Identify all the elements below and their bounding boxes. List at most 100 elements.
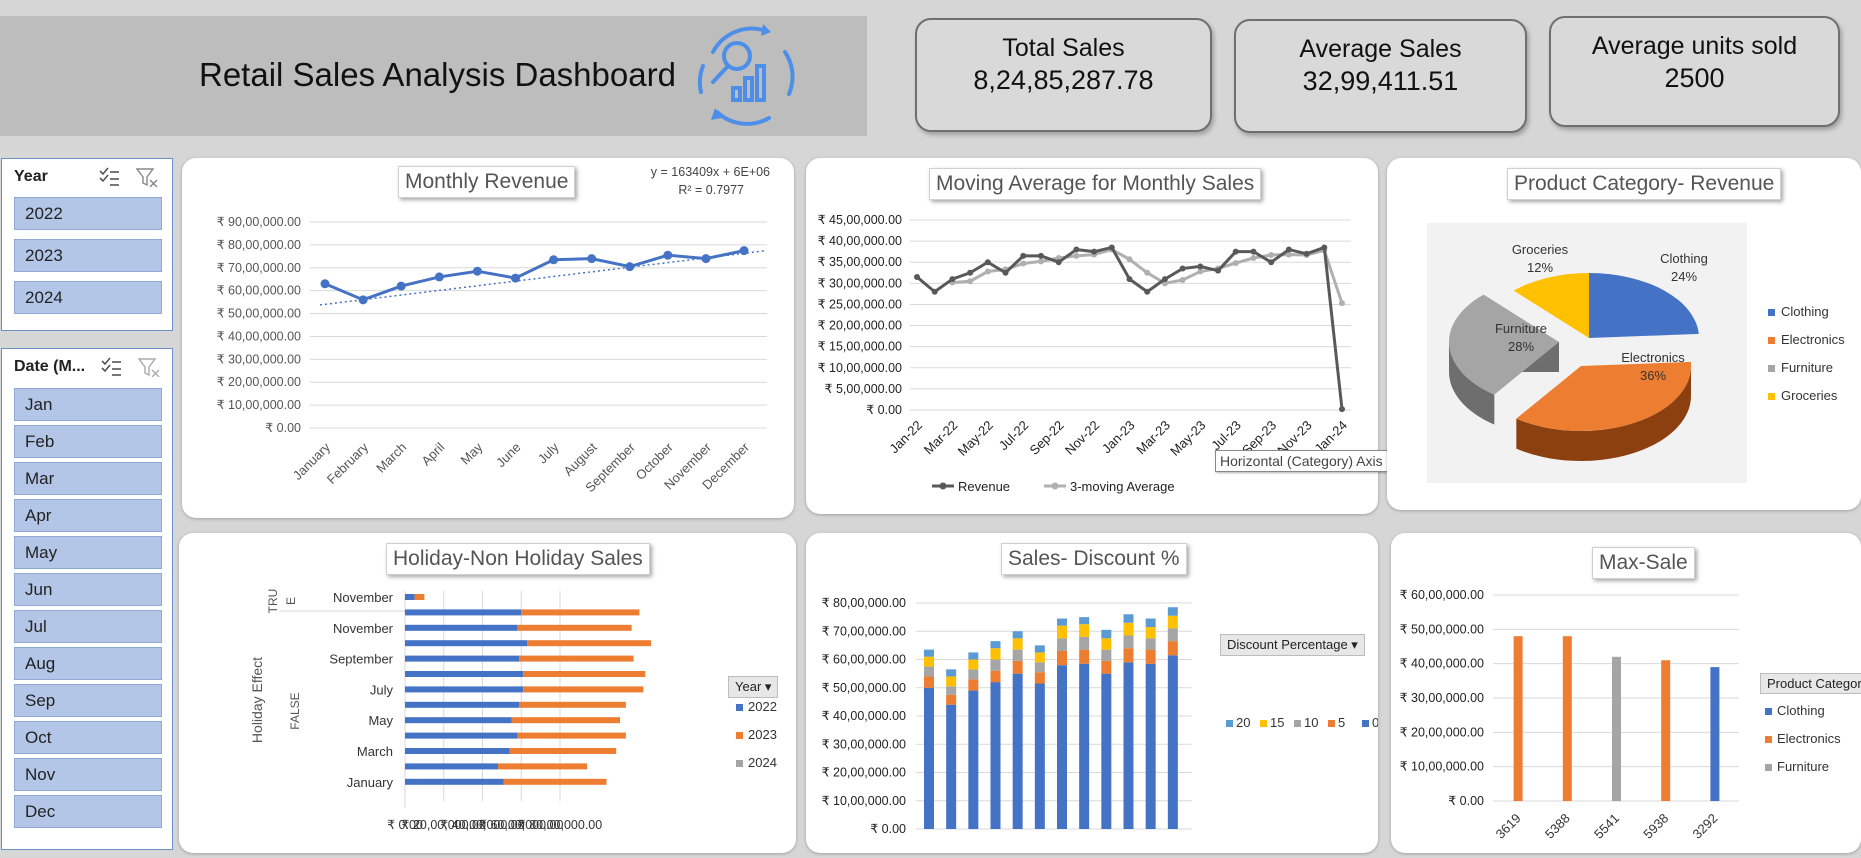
slicer-item-sep[interactable]: Sep [14,684,162,717]
series-point-0 [967,269,974,276]
y-tick-label: ₹ 80,00,000.00 [822,596,906,610]
series-line-1 [952,247,1344,304]
kpi-average-sales: Average Sales 32,99,411.51 [1234,19,1527,133]
bar-segment-5 [990,670,1001,683]
series-point-0 [1303,250,1310,257]
bar-3619 [1513,636,1523,801]
category-pie-chart[interactable]: Clothing 24% Electronics 36% Furniture 28% Gro… [1387,158,1861,510]
legend-label: 3-moving Average [1070,479,1175,494]
bar-segment-0 [924,687,934,829]
legend-label: 20 [1236,715,1250,730]
bar-3292 [1710,667,1720,801]
revenue-point [434,272,444,282]
series-point-1 [967,278,974,285]
series-point-0 [1285,246,1292,253]
revenue-point [549,255,559,265]
bar-segment-5 [1034,672,1045,684]
bar-segment-10 [968,669,979,680]
year-field-button[interactable]: Year ▾ [728,676,779,698]
holiday-sales-chart[interactable]: ₹ 0.00₹ 20,00,000.00₹ 40,00,000.00₹ 60,0… [179,533,796,853]
bar-segment-0 [1057,665,1067,829]
legend-marker [939,482,947,490]
x-tick-label: May-22 [955,418,996,459]
kpi-total-sales: Total Sales 8,24,85,287.78 [915,18,1212,132]
series-point-0 [1108,244,1115,251]
slicer-item-oct[interactable]: Oct [14,721,162,754]
kpi-label: Average units sold [1591,32,1798,60]
slicer-item-2023[interactable]: 2023 [14,239,162,272]
bar-segment-5 [1012,660,1023,674]
discount-field-button[interactable]: Discount Percentage ▾ [1220,634,1365,656]
category-field-button[interactable]: Product Categor [1760,673,1861,694]
bar-segment-0 [1145,663,1156,829]
legend-swatch [1765,764,1772,771]
bar-segment-20 [1123,614,1134,623]
series-point-0 [1321,244,1328,251]
slice-percent: 12% [1527,260,1553,275]
legend-label: Clothing [1777,703,1825,718]
sales-discount-chart[interactable]: ₹ 0.00 ₹ 10,00,000.00 ₹ 20,00,000.00 ₹ 30,0… [806,533,1380,853]
bar-segment-2022 [405,778,504,785]
y-tick-label: ₹ 10,00,000.00 [217,398,301,412]
legend-swatch [1768,337,1775,344]
clear-filter-icon[interactable] [136,167,158,187]
monthly-revenue-chart[interactable]: ₹ 0.00 ₹ 10,00,000.00 ₹ 20,00,000.00 ₹ 30,0… [182,158,794,518]
bar-segment-10 [1034,662,1045,673]
slicer-item-mar[interactable]: Mar [14,462,162,495]
bar-segment-0 [1012,673,1023,829]
bar-segment-2023 [511,717,621,724]
slicer-item-aug[interactable]: Aug [14,647,162,680]
bar-segment-15 [1057,625,1067,639]
kpi-label: Average Sales [1299,35,1462,63]
y-tick-label: ₹ 20,00,000.00 [1400,725,1484,739]
slicer-item-2024[interactable]: 2024 [14,281,162,314]
y-tick-label: ₹ 20,00,000.00 [217,375,301,389]
bar-segment-5 [1145,649,1156,664]
y-tick-label: ₹ 0.00 [866,403,902,417]
slice-name: Furniture [1495,321,1547,336]
slicer-item-may[interactable]: May [14,536,162,569]
slicer-item-apr[interactable]: Apr [14,499,162,532]
legend-label: 10 [1304,715,1318,730]
x-tick-label: May [458,439,486,467]
y-tick-label: ₹ 40,00,000.00 [1400,657,1484,671]
slicer-item-dec[interactable]: Dec [14,795,162,828]
y-tick-label: ₹ 70,00,000.00 [822,624,906,638]
slicer-item-jun[interactable]: Jun [14,573,162,606]
y-tick-label: ₹ 60,00,000.00 [822,653,906,667]
bar-5541 [1612,656,1621,801]
legend-label: 2024 [748,755,777,770]
row-label: May [368,713,393,728]
slicer-item-jul[interactable]: Jul [14,610,162,643]
bar-segment-10 [1123,635,1134,649]
y-tick-label: ₹ 80,00,000.00 [217,238,301,252]
year-slicer: Year 2022 2023 2024 [1,158,173,331]
y-tick-label: ₹ 60,00,000.00 [1400,588,1484,602]
revenue-point [472,266,482,276]
slicer-item-2022[interactable]: 2022 [14,197,162,230]
bar-segment-20 [1057,618,1067,626]
bar-segment-5 [924,676,934,688]
series-point-0 [1197,263,1204,270]
trendline-equation: y = 163409x + 6E+06 [651,165,770,179]
series-point-0 [1268,259,1275,266]
series-point-0 [1250,248,1257,255]
bar-segment-2022 [405,763,498,770]
bar-segment-10 [1145,638,1156,650]
multi-select-icon[interactable] [98,167,120,187]
slicer-item-nov[interactable]: Nov [14,758,162,791]
slice-name: Groceries [1512,242,1569,257]
bar-segment-2022 [405,671,524,677]
slice-name: Electronics [1621,350,1685,365]
row-label: November [333,590,394,605]
bar-segment-15 [1079,624,1090,637]
slicer-item-feb[interactable]: Feb [14,425,162,458]
legend-swatch [736,704,743,711]
bar-segment-5 [1079,649,1090,664]
slicer-item-jan[interactable]: Jan [14,388,162,421]
clear-filter-icon[interactable] [138,357,160,377]
legend-swatch [1768,393,1775,400]
bar-segment-20 [1079,617,1090,625]
bar-segment-2022 [405,701,520,708]
multi-select-icon[interactable] [100,357,122,377]
